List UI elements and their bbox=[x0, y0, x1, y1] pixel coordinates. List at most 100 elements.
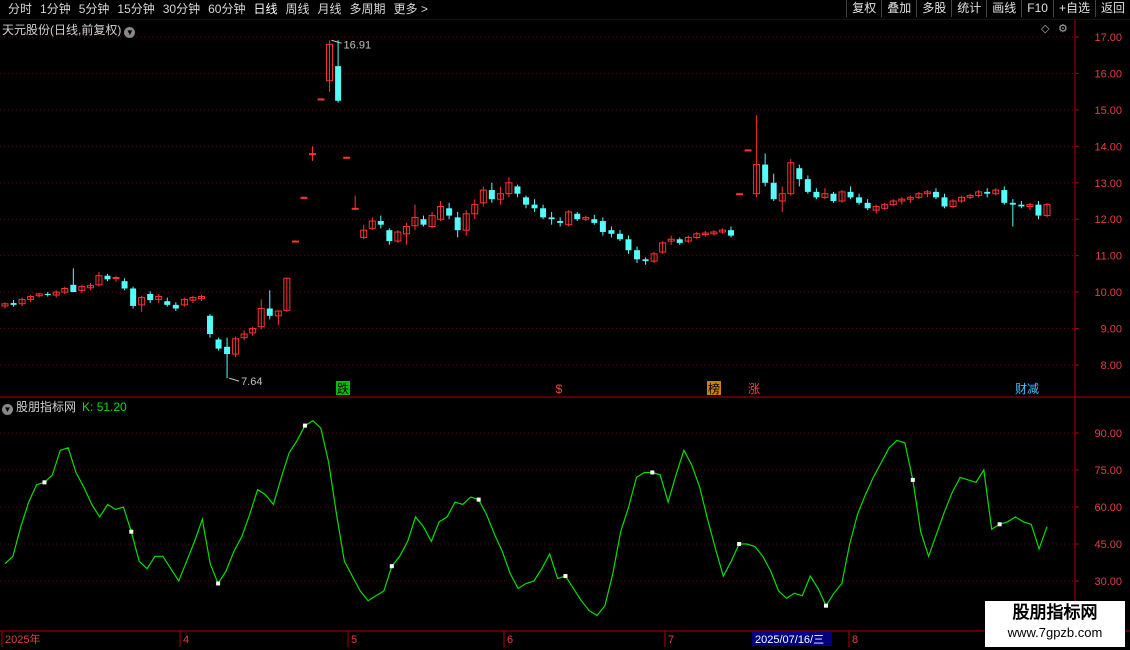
k-marker bbox=[129, 529, 134, 534]
time-label-3: 6 bbox=[507, 634, 513, 646]
candle-body bbox=[488, 190, 495, 200]
candle-body bbox=[335, 66, 342, 101]
candle-body bbox=[813, 191, 820, 198]
settings-icon[interactable]: ⚙ bbox=[1058, 22, 1068, 35]
time-label-2: 5 bbox=[351, 634, 357, 646]
k-line bbox=[4, 419, 1048, 617]
indicator-tick-label: 45.00 bbox=[1094, 539, 1122, 551]
k-marker bbox=[476, 497, 481, 502]
chevron-down-icon[interactable]: ▼ bbox=[2, 404, 13, 415]
candle-body bbox=[847, 191, 854, 198]
candle-body bbox=[676, 239, 683, 243]
diamond-icon[interactable]: ◇ bbox=[1041, 22, 1049, 35]
k-marker bbox=[216, 581, 221, 586]
k-marker bbox=[389, 564, 394, 569]
candle-body bbox=[70, 284, 77, 293]
candle-body bbox=[206, 315, 213, 335]
candle-body bbox=[377, 221, 384, 225]
k-marker bbox=[563, 574, 568, 579]
low-price-label: 7.64 bbox=[241, 376, 262, 388]
candle-body bbox=[830, 193, 837, 201]
event-marker-0: 跌 bbox=[337, 381, 349, 396]
k-marker bbox=[650, 470, 655, 475]
candle-body bbox=[762, 164, 769, 183]
price-tick-label: 17.00 bbox=[1094, 32, 1122, 44]
candle-body bbox=[121, 281, 128, 289]
event-marker-3: 涨 bbox=[748, 381, 760, 396]
main-chart-title[interactable]: 天元股份(日线,前复权) ▼ bbox=[2, 21, 136, 38]
candle-body bbox=[454, 217, 461, 231]
price-tick-label: 15.00 bbox=[1094, 105, 1122, 117]
candle-body bbox=[10, 303, 17, 305]
k-marker bbox=[910, 477, 915, 482]
high-marker bbox=[331, 39, 342, 44]
indicator-tick-label: 30.00 bbox=[1094, 576, 1122, 588]
candle-body bbox=[984, 191, 991, 194]
candle-body bbox=[147, 293, 154, 301]
price-tick-label: 16.00 bbox=[1094, 68, 1122, 80]
candle-body bbox=[1009, 202, 1016, 205]
candle-body bbox=[351, 207, 359, 210]
candle-body bbox=[548, 217, 555, 220]
cursor-date-label: 2025/07/16/三 bbox=[755, 634, 824, 646]
candle-body bbox=[616, 233, 623, 240]
candle-body bbox=[557, 221, 564, 223]
event-marker-4: 财减 bbox=[1015, 382, 1039, 396]
candle-body bbox=[164, 301, 171, 305]
candle-body bbox=[770, 182, 777, 200]
price-tick-label: 14.00 bbox=[1094, 141, 1122, 153]
k-marker bbox=[823, 603, 828, 608]
price-tick-label: 11.00 bbox=[1095, 251, 1122, 263]
candle-body bbox=[104, 275, 111, 280]
kline-chart[interactable]: 17.00 16.00 15.00 14.00 13.00 12.00 11.00 10.00… bbox=[0, 0, 1130, 650]
indicator-tick-label: 90.00 bbox=[1094, 428, 1122, 440]
candle-body bbox=[796, 168, 803, 180]
candle-body bbox=[736, 193, 744, 196]
time-label-0: 2025年 bbox=[5, 632, 40, 646]
candle-body bbox=[941, 197, 948, 207]
watermark-title: 股朋指标网 bbox=[1012, 603, 1098, 622]
indicator-tick-label: 75.00 bbox=[1094, 465, 1122, 477]
candle-body bbox=[804, 179, 811, 192]
k-marker bbox=[42, 480, 47, 485]
k-marker bbox=[737, 542, 742, 546]
candle-body bbox=[446, 208, 453, 216]
k-value: K: 51.20 bbox=[82, 400, 127, 414]
candle-body bbox=[625, 239, 632, 251]
time-label-5: 8 bbox=[852, 634, 858, 646]
candle-body bbox=[343, 156, 351, 159]
time-label-4: 7 bbox=[668, 634, 674, 646]
candle-body bbox=[1035, 204, 1042, 216]
candle-body bbox=[317, 98, 325, 101]
indicator-title[interactable]: ▼ 股朋指标网 K: 51.20 bbox=[2, 398, 127, 415]
candle-body bbox=[540, 208, 547, 218]
candle-body bbox=[420, 219, 427, 225]
candle-body bbox=[608, 230, 615, 234]
watermark: 股朋指标网 www.7gpzb.com bbox=[985, 601, 1125, 647]
high-price-label: 16.91 bbox=[344, 39, 372, 51]
candle-body bbox=[1018, 204, 1025, 207]
candle-body bbox=[1001, 190, 1008, 203]
candle-body bbox=[514, 186, 521, 194]
candle-body bbox=[291, 240, 299, 243]
candle-body bbox=[531, 204, 538, 209]
candle-body bbox=[642, 259, 649, 262]
candle-body bbox=[634, 250, 641, 260]
candle-body bbox=[932, 191, 939, 198]
price-tick-label: 9.00 bbox=[1101, 324, 1122, 336]
event-marker-1: $ bbox=[556, 382, 563, 396]
k-marker bbox=[302, 423, 307, 428]
indicator-tick-label: 60.00 bbox=[1094, 502, 1122, 514]
candle-body bbox=[727, 230, 734, 236]
chevron-down-icon[interactable]: ▼ bbox=[124, 27, 136, 38]
candle-body bbox=[308, 153, 316, 156]
candle-body bbox=[300, 196, 308, 199]
indicator-name: 股朋指标网 bbox=[16, 400, 77, 414]
time-label-1: 4 bbox=[183, 634, 189, 646]
candle-body bbox=[744, 149, 752, 152]
candle-body bbox=[599, 221, 606, 232]
candle-body bbox=[856, 197, 863, 203]
candle-body bbox=[266, 308, 273, 316]
candle-body bbox=[224, 346, 231, 355]
low-marker bbox=[228, 377, 240, 382]
